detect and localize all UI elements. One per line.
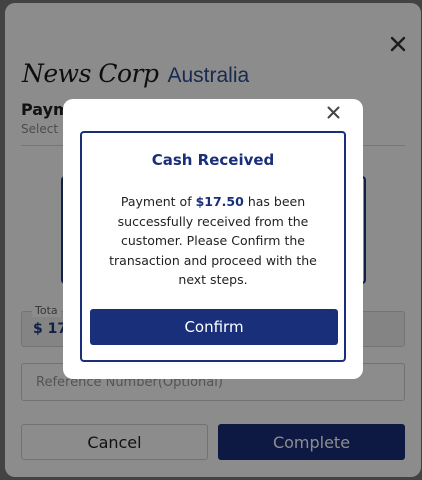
dialog-content-box: Cash Received Payment of $17.50 has been… xyxy=(80,131,346,362)
dialog-message: Payment of $17.50 has been successfully … xyxy=(96,192,330,290)
cash-received-dialog: Cash Received Payment of $17.50 has been… xyxy=(63,99,363,379)
dialog-close-icon[interactable] xyxy=(325,104,341,120)
message-prefix: Payment of xyxy=(120,194,192,209)
confirm-button[interactable]: Confirm xyxy=(90,309,338,345)
received-amount: $17.50 xyxy=(195,194,244,209)
dialog-title: Cash Received xyxy=(151,151,275,169)
